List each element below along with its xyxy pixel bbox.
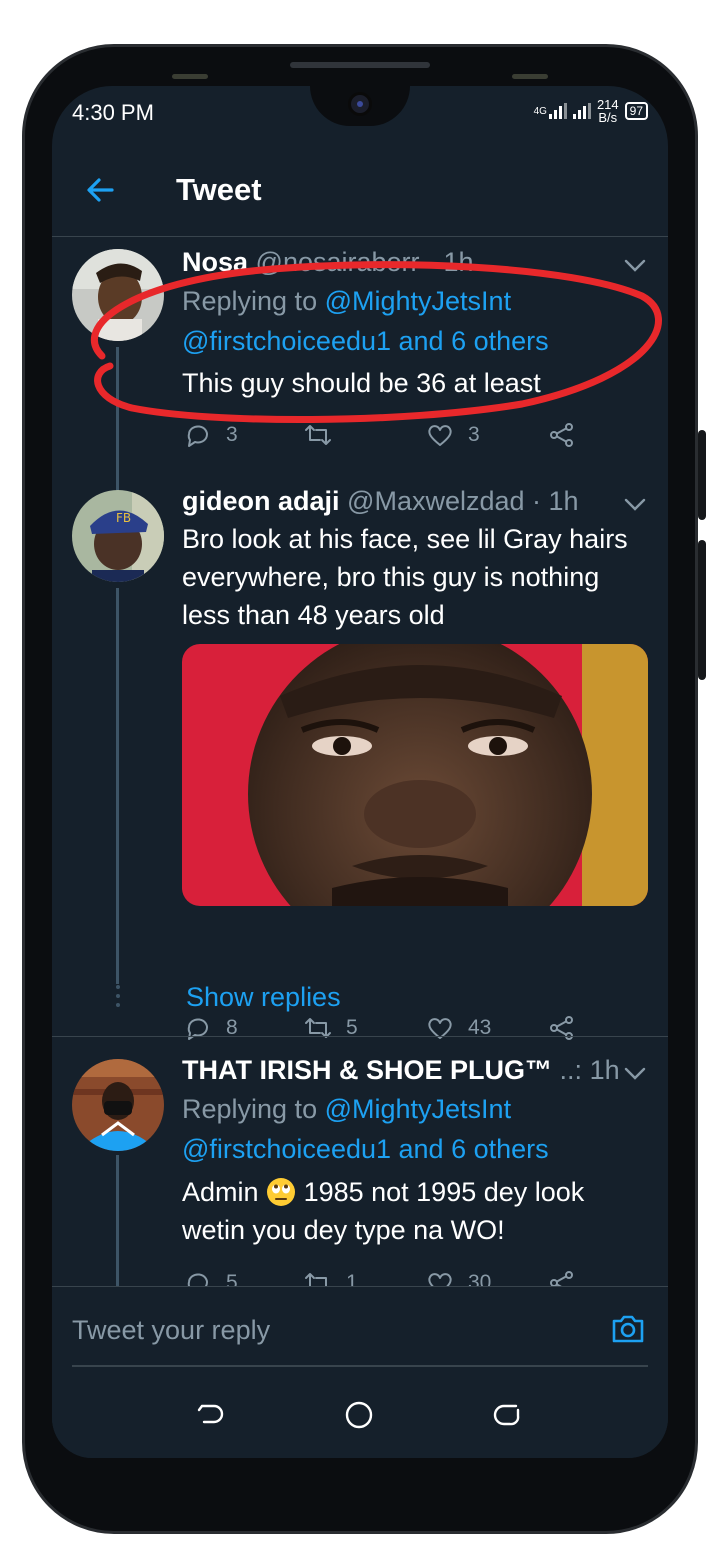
- show-replies-link[interactable]: Show replies: [186, 982, 341, 1013]
- eye-roll-emoji-icon: [267, 1178, 296, 1206]
- mention-link[interactable]: @firstchoiceedu1 and 6 others: [182, 326, 549, 356]
- avatar[interactable]: FB: [72, 490, 164, 582]
- tweet-author[interactable]: Nosa @nosairaborr · 1h: [182, 247, 474, 278]
- replying-to: Replying to @MightyJetsInt @firstchoicee…: [182, 286, 549, 356]
- power-button: [698, 540, 706, 680]
- reply-input[interactable]: Tweet your reply: [72, 1315, 270, 1346]
- heart-icon: [428, 425, 452, 446]
- tweet-media-image[interactable]: [182, 644, 648, 906]
- mention-link[interactable]: @MightyJetsInt: [325, 1094, 511, 1124]
- volume-button: [698, 430, 706, 520]
- share-button[interactable]: [548, 421, 576, 449]
- tweet-text: This guy should be 36 at least: [182, 368, 541, 398]
- tweet-item[interactable]: Nosa @nosairaborr · 1h Replying to @Migh…: [52, 237, 668, 487]
- battery-level: 97: [629, 104, 643, 118]
- network-speed: 214 B/s: [596, 97, 619, 125]
- more-dots-icon: [116, 985, 120, 1007]
- timestamp: 1h: [589, 1055, 620, 1085]
- handle: @Maxwelzdad: [347, 486, 525, 516]
- signal-icon: [548, 103, 567, 119]
- camera-icon[interactable]: [610, 1311, 646, 1347]
- screen: 4:30 PM 4G 214 B/s 97 Tweet Nosa @nosair…: [52, 86, 668, 1458]
- share-icon: [550, 423, 573, 447]
- tweet-text: Bro look at his face, see lil Gray hairs…: [182, 524, 628, 630]
- thread-line: [116, 347, 119, 487]
- page-title: Tweet: [176, 172, 262, 207]
- retweet-icon: [305, 425, 331, 445]
- home-nav-icon[interactable]: [342, 1398, 376, 1432]
- like-button[interactable]: 3: [426, 421, 480, 449]
- status-time: 4:30 PM: [72, 100, 154, 125]
- reply-button[interactable]: 3: [184, 421, 238, 449]
- front-camera: [348, 92, 372, 116]
- top-app-bar: Tweet: [52, 148, 668, 237]
- handle: @nosairaborr: [255, 247, 420, 277]
- input-underline: [72, 1365, 648, 1367]
- system-nav-bar: [52, 1374, 668, 1458]
- tweet-author[interactable]: gideon adaji @Maxwelzdad · 1h: [182, 486, 579, 517]
- display-name: gideon adaji: [182, 486, 340, 516]
- thread-line: [116, 1155, 119, 1287]
- reply-icon: [187, 425, 208, 447]
- bezel-mark: [172, 74, 208, 79]
- tweet-item[interactable]: THAT IRISH & SHOE PLUG™ ..: 1h Replying …: [52, 1037, 668, 1295]
- display-name: Nosa: [182, 247, 249, 277]
- chevron-down-icon[interactable]: [624, 1067, 646, 1081]
- back-nav-icon[interactable]: [192, 1398, 226, 1432]
- mention-link[interactable]: @firstchoiceedu1 and 6 others: [182, 1134, 549, 1164]
- tweet-author[interactable]: THAT IRISH & SHOE PLUG™ ..: 1h: [182, 1055, 622, 1086]
- display-name: THAT IRISH & SHOE PLUG™: [182, 1055, 553, 1085]
- timestamp: · 1h: [532, 486, 579, 516]
- earpiece: [290, 62, 430, 68]
- avatar[interactable]: [72, 1059, 164, 1151]
- thread-line: [116, 588, 119, 984]
- svg-text:FB: FB: [116, 511, 131, 525]
- bezel-mark: [512, 74, 548, 79]
- reply-composer: Tweet your reply: [52, 1286, 668, 1373]
- replying-to: Replying to @MightyJetsInt @firstchoicee…: [182, 1094, 549, 1164]
- tweet-actions: 3 3: [182, 421, 652, 451]
- status-icons: 4G 214 B/s 97: [534, 98, 648, 124]
- chevron-down-icon[interactable]: [624, 498, 646, 512]
- retweet-button[interactable]: [304, 421, 346, 449]
- arrow-left-icon[interactable]: [82, 172, 118, 208]
- avatar[interactable]: [72, 249, 164, 341]
- tweet-item[interactable]: FB gideon adaji @Maxwelzdad · 1h Bro loo…: [52, 484, 668, 1040]
- battery-icon: 97: [624, 102, 648, 120]
- tweet-text: Admin 1985 not 1995 dey look wetin you d…: [182, 1177, 585, 1245]
- chevron-down-icon[interactable]: [624, 259, 646, 273]
- mention-link[interactable]: @MightyJetsInt: [325, 286, 511, 316]
- network-type: 4G: [533, 105, 547, 117]
- recents-nav-icon[interactable]: [492, 1398, 526, 1432]
- handle: ..:: [559, 1055, 583, 1085]
- signal-icon: [572, 103, 591, 119]
- timestamp: · 1h: [427, 247, 474, 277]
